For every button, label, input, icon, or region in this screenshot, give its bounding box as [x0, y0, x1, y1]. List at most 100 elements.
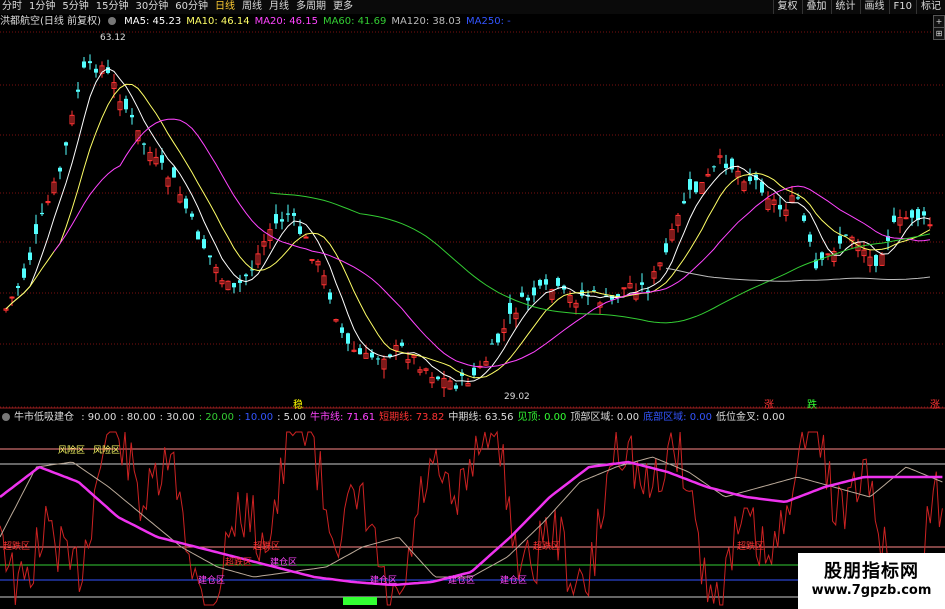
period-tab[interactable]: 日线 — [215, 0, 235, 14]
toolbar-button[interactable]: 画线 — [859, 0, 889, 14]
candle-body — [778, 204, 782, 210]
candle-body — [664, 243, 668, 253]
candle-body — [244, 274, 248, 277]
candle-body — [796, 197, 800, 199]
candle-body — [844, 234, 848, 236]
candle-body — [532, 287, 536, 296]
indicator-legend-item: : 5.00 — [277, 412, 306, 423]
indicator-legend-item: 顶部区域: 0.00 — [570, 412, 640, 423]
candle-body — [490, 343, 494, 345]
candle-body — [303, 236, 309, 239]
signal-label: 涨 — [930, 399, 940, 409]
candle-body — [838, 235, 842, 244]
candle-body — [22, 268, 26, 278]
zone-label: 建仓区 — [448, 574, 475, 586]
candle-body — [544, 279, 548, 285]
candle-body — [172, 167, 176, 178]
candle-body — [16, 286, 20, 288]
candle-body — [472, 367, 476, 376]
candle-body — [592, 290, 596, 292]
settings-circle-icon[interactable] — [2, 413, 10, 421]
period-tab[interactable]: 15分钟 — [96, 0, 129, 14]
candle-body — [436, 376, 440, 380]
candle-body — [370, 352, 374, 358]
candle-body — [58, 167, 62, 172]
period-tab[interactable]: 分时 — [2, 0, 22, 14]
candle-body — [748, 176, 752, 181]
zone-label: 超跌区 — [737, 540, 764, 552]
candle-body — [34, 224, 38, 235]
candle-body — [712, 166, 716, 168]
candle-body — [292, 213, 296, 216]
candle-body — [556, 278, 560, 286]
period-tab[interactable]: 更多 — [333, 0, 353, 14]
candle-body — [927, 224, 933, 227]
buy-signal-bar — [343, 597, 377, 605]
candle-body — [9, 296, 15, 299]
toolbar-button[interactable]: 复权 — [772, 0, 802, 14]
low-price-label: 29.02 — [504, 392, 530, 402]
candle-body — [346, 333, 350, 344]
candle-body — [160, 155, 164, 163]
candle-body — [526, 297, 530, 301]
period-tab[interactable]: 5分钟 — [62, 0, 88, 14]
indicator-legend-item: : 90.00 — [81, 412, 117, 423]
signal-label: 涨 — [764, 399, 774, 409]
candle-body — [208, 255, 212, 258]
indicator-legend-item: : 10.00 — [237, 412, 274, 423]
period-tab[interactable]: 1分钟 — [29, 0, 55, 14]
indicator-title: 牛市低吸建仓 — [14, 412, 74, 423]
watermark-url: www.7gpzb.com — [811, 583, 932, 598]
zone-label: 超跌区 — [3, 540, 30, 552]
zone-label: 建仓区 — [270, 556, 297, 568]
candle-body — [694, 181, 698, 193]
period-tab[interactable]: 60分钟 — [175, 0, 208, 14]
indicator-legend: 牛市低吸建仓 : 90.00: 80.00: 30.00: 20.00: 10.… — [0, 411, 793, 425]
layout-button[interactable]: ⊞ — [933, 27, 945, 40]
toolbar: 分时 1分钟 5分钟 15分钟 30分钟 60分钟 日线 周线 月线 多周期 更多 复权 叠加 统计 画线… — [0, 0, 945, 14]
candle-body — [280, 219, 284, 222]
zone-label: 超跌区 — [533, 540, 560, 552]
high-price-label: 63.12 — [100, 33, 126, 43]
candle-body — [309, 259, 315, 262]
candle-body — [328, 292, 332, 300]
toolbar-button[interactable]: 叠加 — [801, 0, 831, 14]
signal-label: 稳 — [293, 398, 303, 409]
candle-body — [724, 163, 728, 169]
indicator-legend-item: : 30.00 — [159, 412, 195, 423]
period-tab[interactable]: 月线 — [269, 0, 289, 14]
candle-body — [76, 89, 80, 92]
zone-label: 超跌区 — [253, 540, 280, 552]
zone-label: 建仓区 — [198, 574, 225, 586]
indicator-legend-item: 牛市线: 71.61 — [309, 412, 376, 423]
period-tab[interactable]: 多周期 — [296, 0, 326, 14]
indicator-legend-item: : 20.00 — [198, 412, 234, 423]
candle-body — [286, 213, 290, 215]
toolbar-button[interactable]: 标记 — [916, 0, 945, 14]
candle-body — [28, 252, 32, 261]
indicator-legend-item: 低位金叉: 0.00 — [716, 412, 785, 423]
indicator-legend-item: 中期线: 63.56 — [448, 412, 514, 423]
candle-body — [400, 342, 404, 346]
period-tab[interactable]: 30分钟 — [135, 0, 168, 14]
candlestick-chart[interactable]: 63.12 29.02 稳 涨 跌 涨 — [0, 14, 945, 409]
zone-label: 风险区 — [58, 444, 85, 456]
watermark: 股朋指标网 www.7gpzb.com — [798, 553, 945, 609]
period-tab[interactable]: 周线 — [242, 0, 262, 14]
zone-label: 建仓区 — [500, 574, 527, 586]
ma5-line — [5, 67, 931, 383]
candle-body — [922, 211, 926, 216]
signal-label: 跌 — [807, 398, 817, 409]
ma20-line — [53, 118, 931, 368]
candle-body — [298, 226, 302, 234]
candle-body — [496, 333, 500, 343]
toolbar-button[interactable]: 统计 — [830, 0, 860, 14]
candle-body — [130, 114, 134, 118]
candle-body — [682, 201, 686, 204]
indicator-legend-item: 短期线: 73.82 — [379, 412, 445, 423]
candle-body — [202, 239, 206, 249]
candle-body — [40, 212, 44, 215]
toolbar-button[interactable]: F10 — [888, 0, 916, 14]
candle-body — [903, 217, 909, 220]
candle-body — [808, 234, 812, 242]
